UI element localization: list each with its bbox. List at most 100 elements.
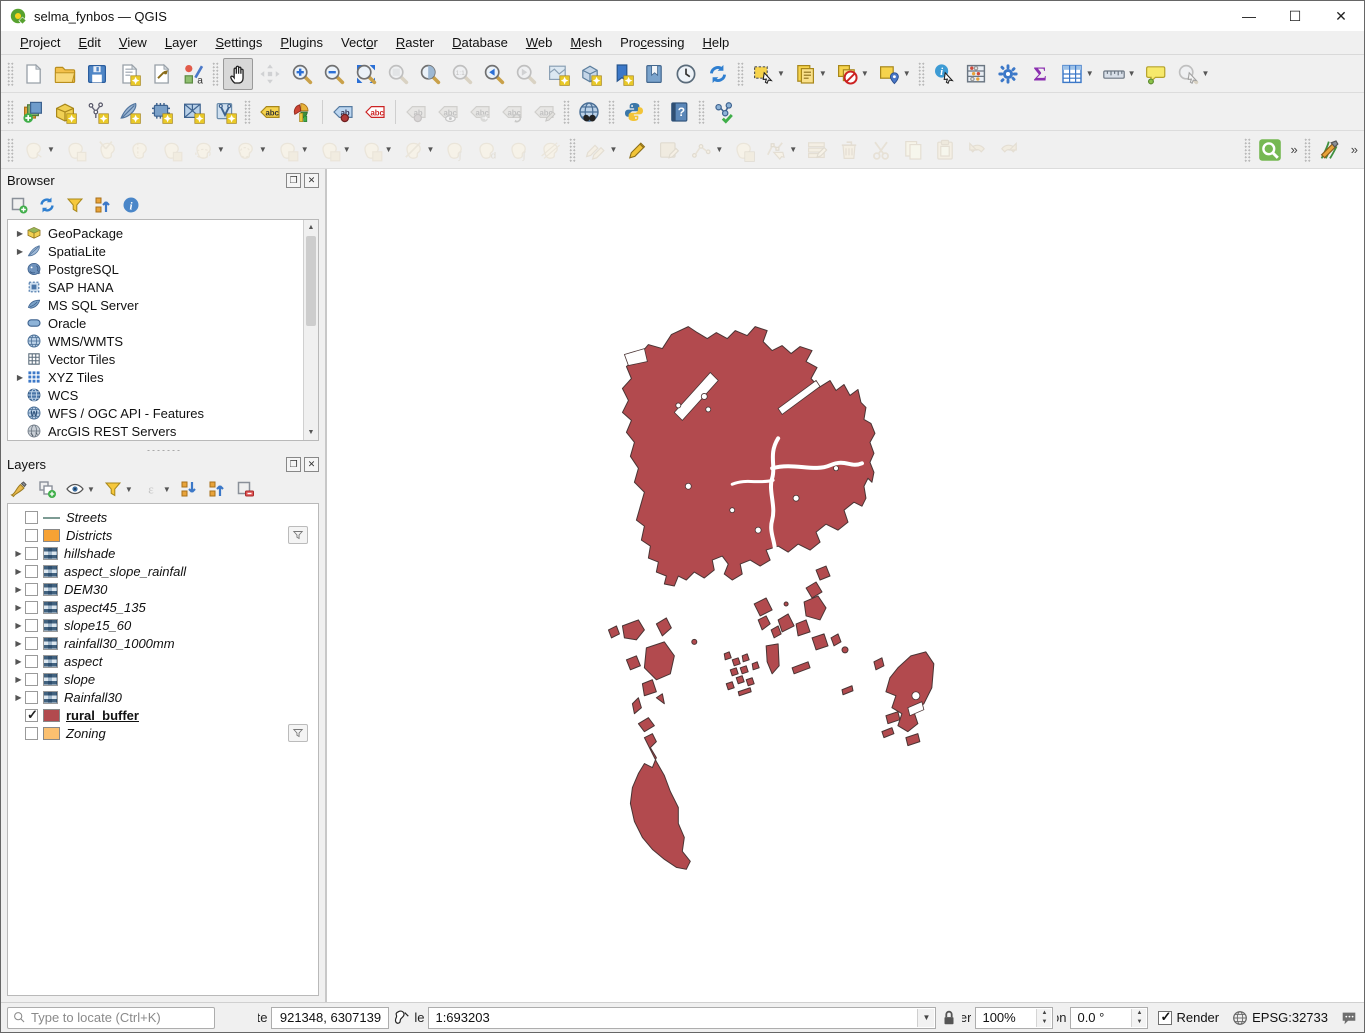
- layer-visibility-checkbox[interactable]: [25, 547, 38, 560]
- vertex-tool-button[interactable]: ▼: [760, 134, 800, 166]
- zoom-out-button[interactable]: [319, 58, 349, 90]
- extents-toggle-icon[interactable]: [393, 1009, 411, 1027]
- expand-arrow-icon[interactable]: ▶: [12, 585, 25, 594]
- layer-name[interactable]: rural_buffer: [66, 708, 139, 723]
- refresh-button[interactable]: [703, 58, 733, 90]
- rotation-spinner[interactable]: 0.0 ° ▲▼: [1070, 1007, 1148, 1029]
- layer-row-aspect-slope-rainfall[interactable]: ▶aspect_slope_rainfall: [10, 562, 316, 580]
- layer-name[interactable]: slope15_60: [64, 618, 131, 633]
- show-layout-manager-button[interactable]: [146, 58, 176, 90]
- expand-arrow-icon[interactable]: ▶: [14, 373, 26, 382]
- pan-to-selection-button[interactable]: [255, 58, 285, 90]
- layer-filter-indicator[interactable]: [288, 526, 308, 544]
- scale-combo[interactable]: 1:693203 ▼: [428, 1007, 936, 1029]
- select-by-location-button[interactable]: ▼: [874, 58, 914, 90]
- expand-arrow-icon[interactable]: ▶: [12, 693, 25, 702]
- toolbar-grip[interactable]: [569, 138, 576, 162]
- offset-curve-button[interactable]: [535, 134, 565, 166]
- layers-brush-button[interactable]: [7, 477, 31, 501]
- topology-checker-button[interactable]: [709, 96, 739, 128]
- paste-features-button[interactable]: [930, 134, 960, 166]
- change-label-button[interactable]: abc: [529, 96, 559, 128]
- layer-name[interactable]: Zoning: [66, 726, 106, 741]
- toolbar-grip[interactable]: [7, 100, 14, 124]
- toolbar-overflow-button[interactable]: »: [1286, 142, 1301, 157]
- save-project-button[interactable]: [82, 58, 112, 90]
- menu-processing[interactable]: Processing: [611, 32, 693, 53]
- digitize-line-button[interactable]: ▼: [686, 134, 726, 166]
- menu-edit[interactable]: Edit: [69, 32, 109, 53]
- browser-float-button[interactable]: ❐: [286, 173, 301, 188]
- menu-mesh[interactable]: Mesh: [561, 32, 611, 53]
- browser-item-vector-tiles[interactable]: Vector Tiles: [10, 350, 301, 368]
- layer-visibility-checkbox[interactable]: [25, 655, 38, 668]
- layer-visibility-checkbox[interactable]: [25, 619, 38, 632]
- layer-visibility-checkbox[interactable]: [25, 673, 38, 686]
- layers-remove-layer-button[interactable]: [233, 477, 257, 501]
- statistical-summary-button[interactable]: Σ: [1025, 58, 1055, 90]
- processing-toolbox-button[interactable]: [993, 58, 1023, 90]
- toolbar-grip[interactable]: [7, 138, 14, 162]
- layer-name[interactable]: Districts: [66, 528, 112, 543]
- dropdown-arrow-icon[interactable]: ▼: [609, 145, 617, 154]
- menu-database[interactable]: Database: [443, 32, 517, 53]
- dropdown-arrow-icon[interactable]: ▼: [301, 145, 309, 154]
- layer-visibility-checkbox[interactable]: [25, 709, 38, 722]
- layer-row-slope[interactable]: ▶ slope: [10, 670, 316, 688]
- layer-row-districts[interactable]: Districts: [10, 526, 316, 544]
- browser-panel-add-layer-button[interactable]: [7, 193, 31, 217]
- layer-name[interactable]: slope: [64, 672, 95, 687]
- layer-row-dem30[interactable]: ▶ DEM30: [10, 580, 316, 598]
- layer-name[interactable]: aspect_slope_rainfall: [64, 564, 186, 579]
- statistics-button[interactable]: [961, 58, 991, 90]
- crs-status[interactable]: EPSG:32733: [1231, 1009, 1328, 1027]
- zoom-native-button[interactable]: 1:1: [447, 58, 477, 90]
- toolbar-grip[interactable]: [608, 100, 615, 124]
- layer-diagram-options-button[interactable]: [287, 96, 317, 128]
- help-contents-button[interactable]: ?: [664, 96, 694, 128]
- digitize-regular-polygon-button[interactable]: ▼: [314, 134, 354, 166]
- scrollbar-thumb[interactable]: [306, 236, 316, 326]
- browser-funnel-button[interactable]: [63, 193, 87, 217]
- maximize-button[interactable]: ☐: [1272, 1, 1318, 31]
- layers-add-group-button[interactable]: [35, 477, 59, 501]
- browser-item-geopackage[interactable]: ▶GeoPackage: [10, 224, 301, 242]
- dropdown-arrow-icon[interactable]: ▼: [125, 485, 133, 494]
- move-features-button[interactable]: ▼: [18, 134, 58, 166]
- layers-close-button[interactable]: ✕: [304, 457, 319, 472]
- expand-arrow-icon[interactable]: ▶: [12, 675, 25, 684]
- data-source-manager-button[interactable]: [18, 96, 48, 128]
- new-map-view-button[interactable]: [543, 58, 573, 90]
- digitize-annulus-button[interactable]: ▼: [356, 134, 396, 166]
- greyed-zoom-tool-button[interactable]: ▼: [1173, 58, 1213, 90]
- dropdown-arrow-icon[interactable]: ▼: [427, 145, 435, 154]
- toggle-editing-button[interactable]: [622, 134, 652, 166]
- scale-dropdown-arrow[interactable]: ▼: [917, 1009, 934, 1027]
- new-temporary-scratch-layer-button[interactable]: [146, 96, 176, 128]
- layer-name[interactable]: DEM30: [64, 582, 107, 597]
- layer-visibility-checkbox[interactable]: [25, 727, 38, 740]
- dropdown-arrow-icon[interactable]: ▼: [861, 69, 869, 78]
- new-project-button[interactable]: [18, 58, 48, 90]
- browser-item-spatialite[interactable]: ▶SpatiaLite: [10, 242, 301, 260]
- new-print-layout-button[interactable]: [114, 58, 144, 90]
- browser-scrollbar[interactable]: ▲ ▼: [303, 220, 318, 440]
- expand-arrow-icon[interactable]: ▶: [12, 657, 25, 666]
- save-edits-button[interactable]: [654, 134, 684, 166]
- open-project-button[interactable]: [50, 58, 80, 90]
- move-label-button[interactable]: abc: [465, 96, 495, 128]
- identify-features-button[interactable]: i: [929, 58, 959, 90]
- select-by-form-button[interactable]: ▼: [790, 58, 830, 90]
- layer-visibility-checkbox[interactable]: [25, 565, 38, 578]
- merge-features-button[interactable]: [124, 134, 154, 166]
- magnifier-spinner[interactable]: 100% ▲▼: [975, 1007, 1053, 1029]
- toolbar-grip[interactable]: [7, 62, 14, 86]
- expand-arrow-icon[interactable]: ▶: [12, 621, 25, 630]
- dropdown-arrow-icon[interactable]: ▼: [47, 145, 55, 154]
- pin-labels-button[interactable]: ab: [328, 96, 358, 128]
- expand-arrow-icon[interactable]: ▶: [14, 229, 26, 238]
- spin-up-icon[interactable]: ▲: [1131, 1009, 1146, 1018]
- layers-funnel-button[interactable]: ▼: [101, 477, 135, 501]
- layer-visibility-checkbox[interactable]: [25, 637, 38, 650]
- browser-collapse-all-button[interactable]: [91, 193, 115, 217]
